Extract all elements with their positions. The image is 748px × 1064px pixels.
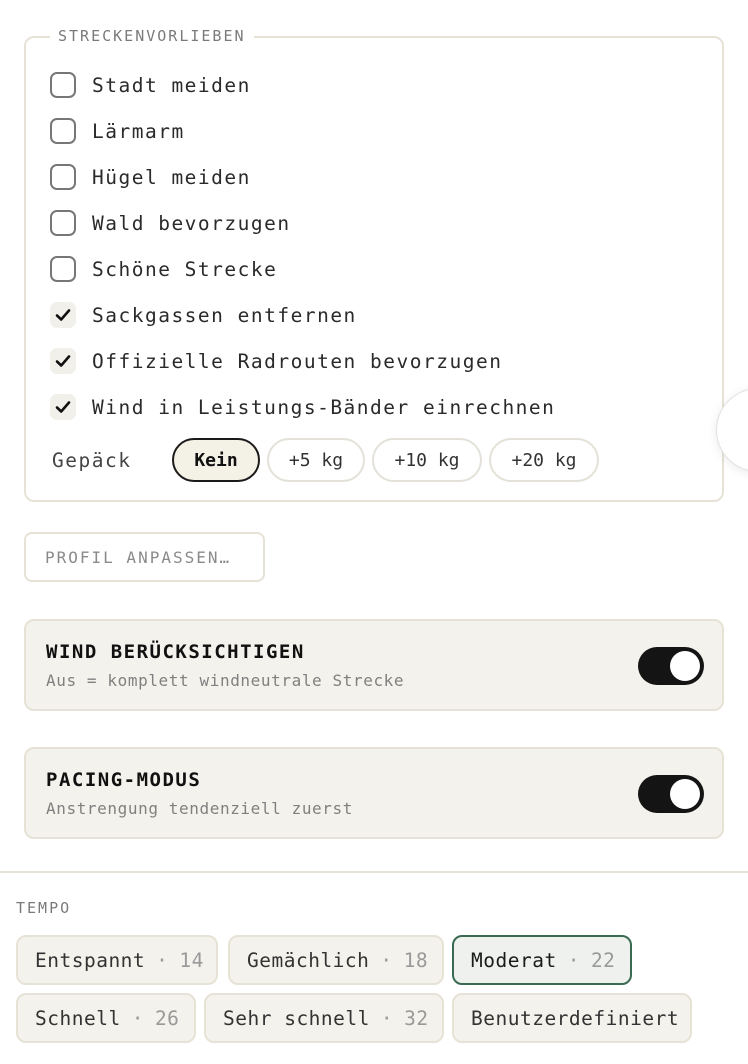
- tempo-speed: 22: [590, 948, 616, 972]
- route-settings-panel: STRECKENVORLIEBEN Stadt meiden Lärmarm H…: [0, 0, 748, 1064]
- tempo-chip-fast[interactable]: Schnell · 26: [16, 993, 196, 1043]
- tempo-speed: 18: [403, 948, 429, 972]
- option-avoid-city[interactable]: Stadt meiden: [50, 70, 251, 100]
- pacing-setting-title: PACING-MODUS: [46, 769, 202, 791]
- adjust-profile-button[interactable]: PROFIL ANPASSEN…: [24, 532, 265, 582]
- separator-dot: ·: [567, 948, 580, 972]
- toggle-knob: [670, 779, 700, 809]
- luggage-chip-none[interactable]: Kein: [172, 438, 260, 482]
- option-label: Wald bevorzugen: [92, 211, 291, 235]
- option-label: Schöne Strecke: [92, 257, 278, 281]
- pacing-setting-subtitle: Anstrengung tendenziell zuerst: [46, 799, 353, 818]
- tempo-speed: 14: [179, 948, 204, 972]
- checkbox[interactable]: [50, 210, 76, 236]
- separator-dot: ·: [156, 948, 169, 972]
- wind-setting-title: WIND BERÜCKSICHTIGEN: [46, 641, 305, 663]
- section-divider: [0, 871, 748, 873]
- checkmark-icon: [55, 309, 71, 321]
- option-official-bike-routes[interactable]: Offizielle Radrouten bevorzugen: [50, 346, 502, 376]
- wind-setting-subtitle: Aus = komplett windneutrale Strecke: [46, 671, 405, 690]
- tempo-chip-moderate[interactable]: Moderat · 22: [452, 935, 632, 985]
- separator-dot: ·: [380, 1006, 394, 1030]
- tempo-chip-very-fast[interactable]: Sehr schnell · 32: [204, 993, 444, 1043]
- option-scenic-route[interactable]: Schöne Strecke: [50, 254, 277, 284]
- luggage-label: Gepäck: [52, 448, 132, 472]
- option-label: Wind in Leistungs-Bänder einrechnen: [92, 395, 556, 419]
- wind-toggle[interactable]: [638, 647, 704, 685]
- option-prefer-forest[interactable]: Wald bevorzugen: [50, 208, 291, 238]
- checkbox[interactable]: [50, 164, 76, 190]
- option-wind-power-bands[interactable]: Wind in Leistungs-Bänder einrechnen: [50, 392, 555, 422]
- checkbox[interactable]: [50, 348, 76, 374]
- tempo-speed: 32: [404, 1006, 429, 1030]
- option-label: Hügel meiden: [92, 165, 251, 189]
- option-avoid-hills[interactable]: Hügel meiden: [50, 162, 251, 192]
- option-label: Offizielle Radrouten bevorzugen: [92, 349, 503, 373]
- luggage-selector: Gepäck Kein +5 kg +10 kg +20 kg: [52, 438, 606, 482]
- tempo-chip-custom[interactable]: Benutzerdefiniert: [452, 993, 692, 1043]
- route-preferences-legend: STRECKENVORLIEBEN: [50, 25, 254, 47]
- option-low-noise[interactable]: Lärmarm: [50, 116, 185, 146]
- wind-setting-card: WIND BERÜCKSICHTIGEN Aus = komplett wind…: [24, 619, 724, 711]
- checkmark-icon: [55, 401, 71, 413]
- pacing-setting-card: PACING-MODUS Anstrengung tendenziell zue…: [24, 747, 724, 839]
- checkbox[interactable]: [50, 302, 76, 328]
- luggage-chip-10kg[interactable]: +10 kg: [372, 438, 482, 482]
- separator-dot: ·: [131, 1006, 144, 1030]
- tempo-name: Moderat: [471, 948, 557, 972]
- tempo-name: Gemächlich: [247, 948, 370, 972]
- separator-dot: ·: [380, 948, 393, 972]
- tempo-chip-leisurely[interactable]: Gemächlich · 18: [228, 935, 444, 985]
- checkbox[interactable]: [50, 118, 76, 144]
- option-remove-dead-ends[interactable]: Sackgassen entfernen: [50, 300, 357, 330]
- pacing-toggle[interactable]: [638, 775, 704, 813]
- tempo-name: Schnell: [35, 1006, 121, 1030]
- toggle-knob: [670, 651, 700, 681]
- checkbox[interactable]: [50, 256, 76, 282]
- route-preferences-group: STRECKENVORLIEBEN Stadt meiden Lärmarm H…: [24, 25, 724, 502]
- tempo-label: TEMPO: [16, 899, 72, 917]
- checkmark-icon: [55, 355, 71, 367]
- luggage-chip-5kg[interactable]: +5 kg: [267, 438, 365, 482]
- checkbox[interactable]: [50, 72, 76, 98]
- tempo-name: Entspannt: [35, 948, 146, 972]
- tempo-name: Sehr schnell: [223, 1006, 370, 1030]
- tempo-speed: 26: [154, 1006, 180, 1030]
- tempo-name: Benutzerdefiniert: [471, 1006, 680, 1030]
- checkbox[interactable]: [50, 394, 76, 420]
- luggage-chip-20kg[interactable]: +20 kg: [489, 438, 599, 482]
- tempo-chip-relaxed[interactable]: Entspannt · 14: [16, 935, 218, 985]
- option-label: Lärmarm: [92, 119, 185, 143]
- option-label: Sackgassen entfernen: [92, 303, 357, 327]
- option-label: Stadt meiden: [92, 73, 251, 97]
